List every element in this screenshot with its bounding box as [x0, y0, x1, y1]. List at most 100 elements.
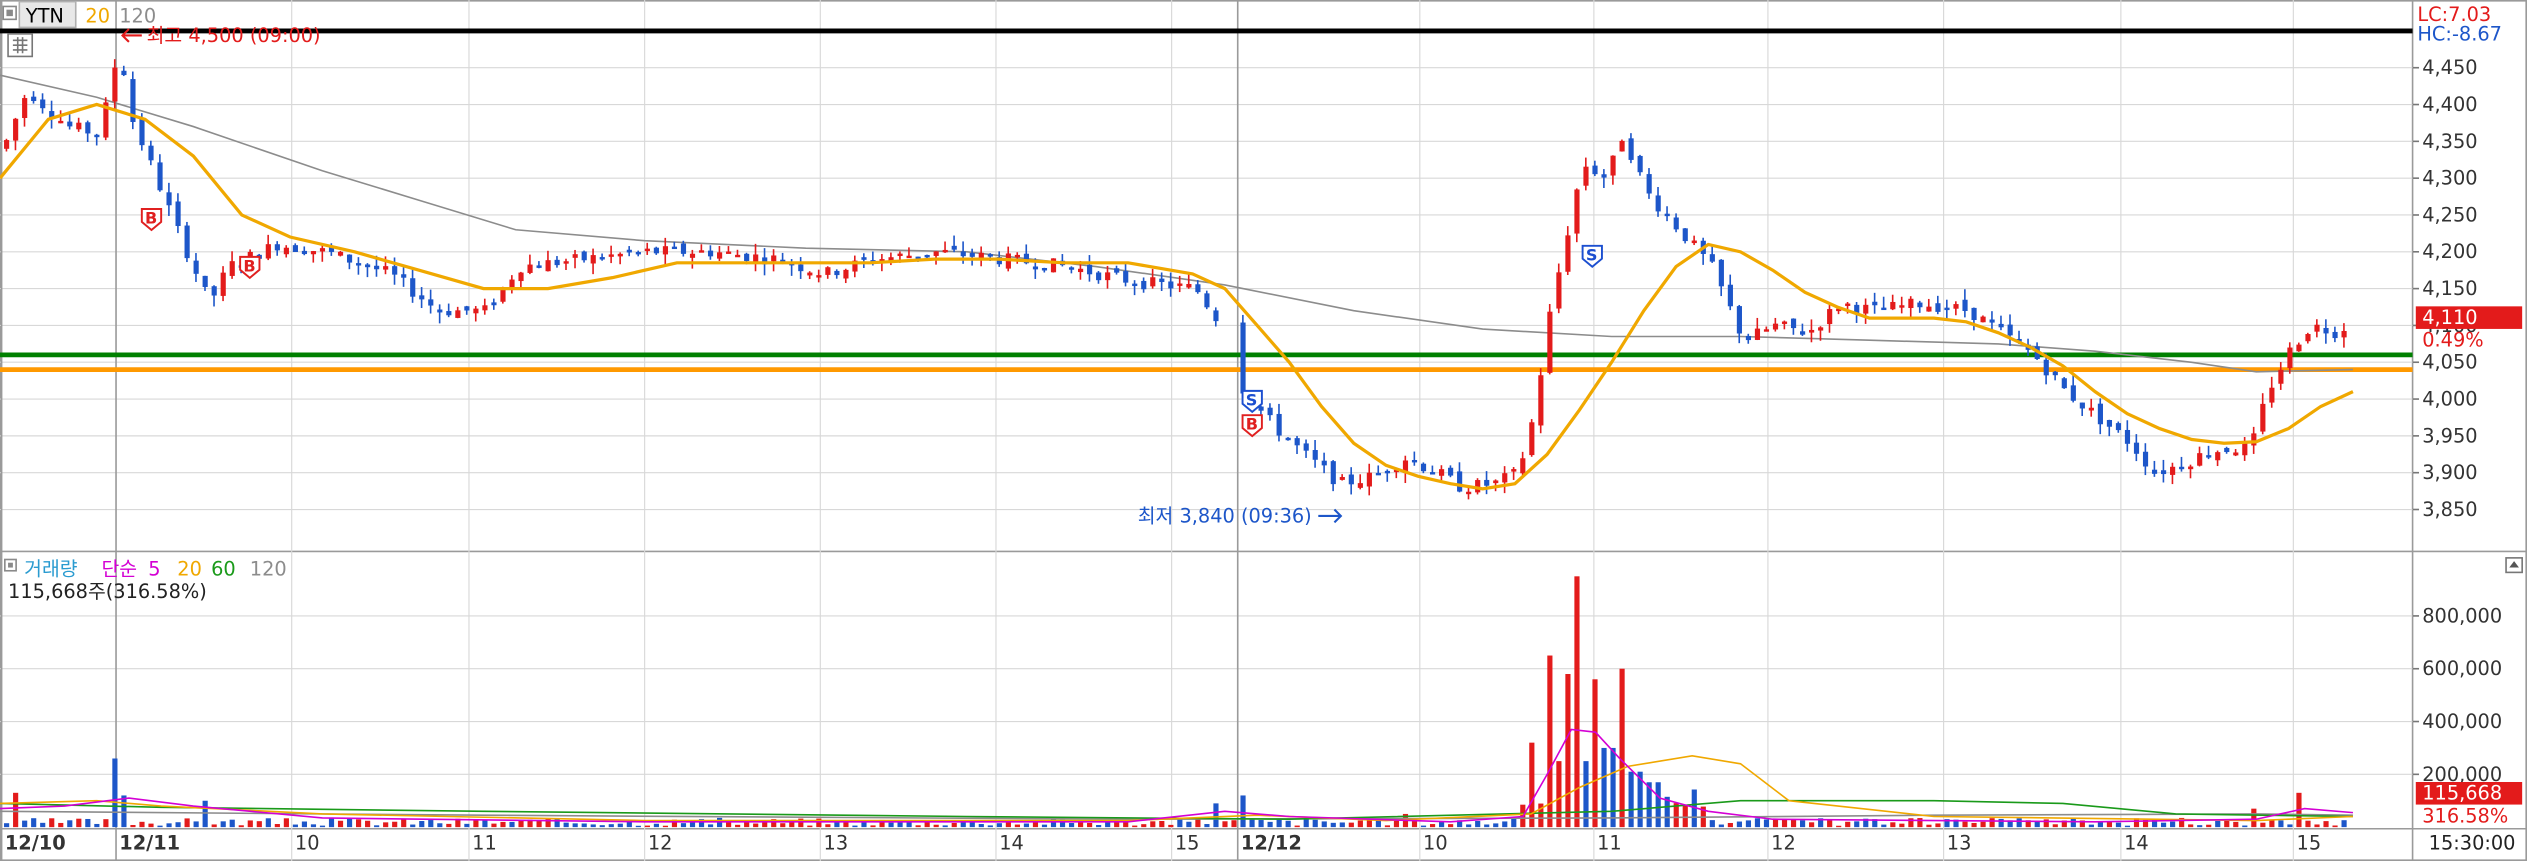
volume-bar[interactable]	[581, 823, 587, 828]
candle-body[interactable]	[1105, 272, 1111, 281]
candle-body[interactable]	[509, 279, 515, 288]
volume-bar[interactable]	[2161, 822, 2167, 828]
candle-body[interactable]	[1691, 240, 1697, 244]
candle-body[interactable]	[2224, 447, 2230, 453]
candle-body[interactable]	[67, 121, 73, 127]
candle-body[interactable]	[1312, 450, 1318, 460]
candle-body[interactable]	[807, 272, 813, 276]
candle-body[interactable]	[220, 272, 226, 296]
volume-bar[interactable]	[2124, 825, 2131, 828]
candle-body[interactable]	[942, 249, 948, 253]
volume-bar[interactable]	[346, 818, 353, 828]
volume-bar[interactable]	[13, 792, 19, 828]
volume-bar[interactable]	[563, 822, 569, 828]
volume-bar[interactable]	[1448, 824, 1454, 828]
candle-body[interactable]	[1384, 470, 1391, 474]
volume-bar[interactable]	[2224, 819, 2230, 828]
volume-bar[interactable]	[1547, 655, 1553, 828]
candle-body[interactable]	[383, 266, 389, 270]
volume-bar[interactable]	[247, 820, 253, 828]
candle-body[interactable]	[717, 252, 723, 259]
volume-bar[interactable]	[951, 822, 957, 828]
volume-bar[interactable]	[1213, 803, 1219, 828]
volume-bar[interactable]	[1068, 823, 1075, 828]
volume-bar[interactable]	[410, 824, 416, 828]
volume-bar[interactable]	[437, 823, 443, 828]
volume-bar[interactable]	[1222, 821, 1228, 828]
volume-bar[interactable]	[401, 818, 407, 828]
volume-bar[interactable]	[2188, 824, 2194, 828]
candle-body[interactable]	[1168, 281, 1174, 289]
candle-body[interactable]	[1908, 298, 1914, 309]
volume-bar[interactable]	[1682, 805, 1688, 828]
candle-body[interactable]	[1050, 258, 1057, 273]
candle-body[interactable]	[184, 225, 190, 259]
volume-bar[interactable]	[274, 824, 280, 828]
candle-body[interactable]	[2233, 452, 2239, 456]
volume-bar[interactable]	[1709, 820, 1715, 828]
volume-bar[interactable]	[1159, 820, 1165, 828]
candle-body[interactable]	[969, 252, 975, 257]
candle-body[interactable]	[85, 122, 91, 134]
volume-bar[interactable]	[1556, 761, 1562, 828]
volume-bar[interactable]	[2341, 820, 2347, 828]
candle-body[interactable]	[121, 70, 127, 76]
candle-body[interactable]	[1827, 309, 1833, 325]
volume-bar[interactable]	[1384, 825, 1391, 828]
volume-bar[interactable]	[1330, 822, 1336, 828]
volume-bar[interactable]	[870, 825, 876, 828]
candle-body[interactable]	[1014, 254, 1020, 258]
candle-body[interactable]	[410, 278, 416, 297]
volume-bar[interactable]	[130, 825, 136, 828]
volume-bar[interactable]	[1790, 819, 1797, 828]
candle-body[interactable]	[1556, 272, 1562, 309]
candle-body[interactable]	[2341, 330, 2347, 338]
candle-body[interactable]	[301, 250, 308, 255]
candle-body[interactable]	[816, 275, 822, 278]
candle-body[interactable]	[563, 261, 569, 264]
volume-bar[interactable]	[482, 820, 488, 828]
volume-bar[interactable]	[1420, 825, 1427, 828]
volume-bar[interactable]	[157, 825, 163, 828]
candle-body[interactable]	[2079, 402, 2085, 409]
candle-body[interactable]	[1123, 271, 1129, 283]
volume-bar[interactable]	[22, 820, 28, 828]
candle-body[interactable]	[798, 264, 804, 272]
candle-body[interactable]	[924, 254, 930, 258]
candle-body[interactable]	[482, 305, 488, 311]
volume-bar[interactable]	[31, 818, 37, 828]
volume-bar[interactable]	[356, 819, 362, 828]
volume-bar[interactable]	[2206, 824, 2212, 828]
candle-body[interactable]	[599, 257, 605, 260]
candle-body[interactable]	[1619, 140, 1625, 152]
candle-body[interactable]	[1592, 165, 1598, 175]
candle-body[interactable]	[2251, 433, 2257, 446]
volume-bar[interactable]	[1303, 819, 1309, 828]
candle-body[interactable]	[1583, 166, 1589, 186]
candle-body[interactable]	[491, 302, 497, 306]
volume-bar[interactable]	[780, 823, 786, 828]
candle-body[interactable]	[1159, 278, 1165, 283]
candle-body[interactable]	[356, 263, 362, 266]
candle-body[interactable]	[906, 255, 912, 259]
candle-body[interactable]	[1096, 272, 1102, 281]
candle-body[interactable]	[1601, 174, 1607, 178]
volume-bar[interactable]	[464, 823, 470, 828]
volume-bar[interactable]	[365, 820, 371, 828]
candle-body[interactable]	[1195, 284, 1201, 293]
candle-body[interactable]	[2188, 466, 2194, 470]
volume-bar[interactable]	[1475, 820, 1481, 828]
candle-body[interactable]	[626, 249, 632, 253]
volume-bar[interactable]	[2170, 821, 2176, 828]
volume-bar[interactable]	[1854, 821, 1860, 828]
volume-bar[interactable]	[1168, 824, 1174, 828]
candle-body[interactable]	[1980, 316, 1986, 323]
candle-body[interactable]	[2287, 347, 2293, 369]
candle-body[interactable]	[581, 251, 587, 261]
candle-body[interactable]	[1953, 304, 1959, 309]
candle-body[interactable]	[1240, 322, 1246, 394]
volume-bar[interactable]	[112, 758, 118, 828]
candle-body[interactable]	[1754, 328, 1761, 340]
candle-body[interactable]	[1917, 302, 1923, 308]
candle-body[interactable]	[229, 261, 235, 276]
